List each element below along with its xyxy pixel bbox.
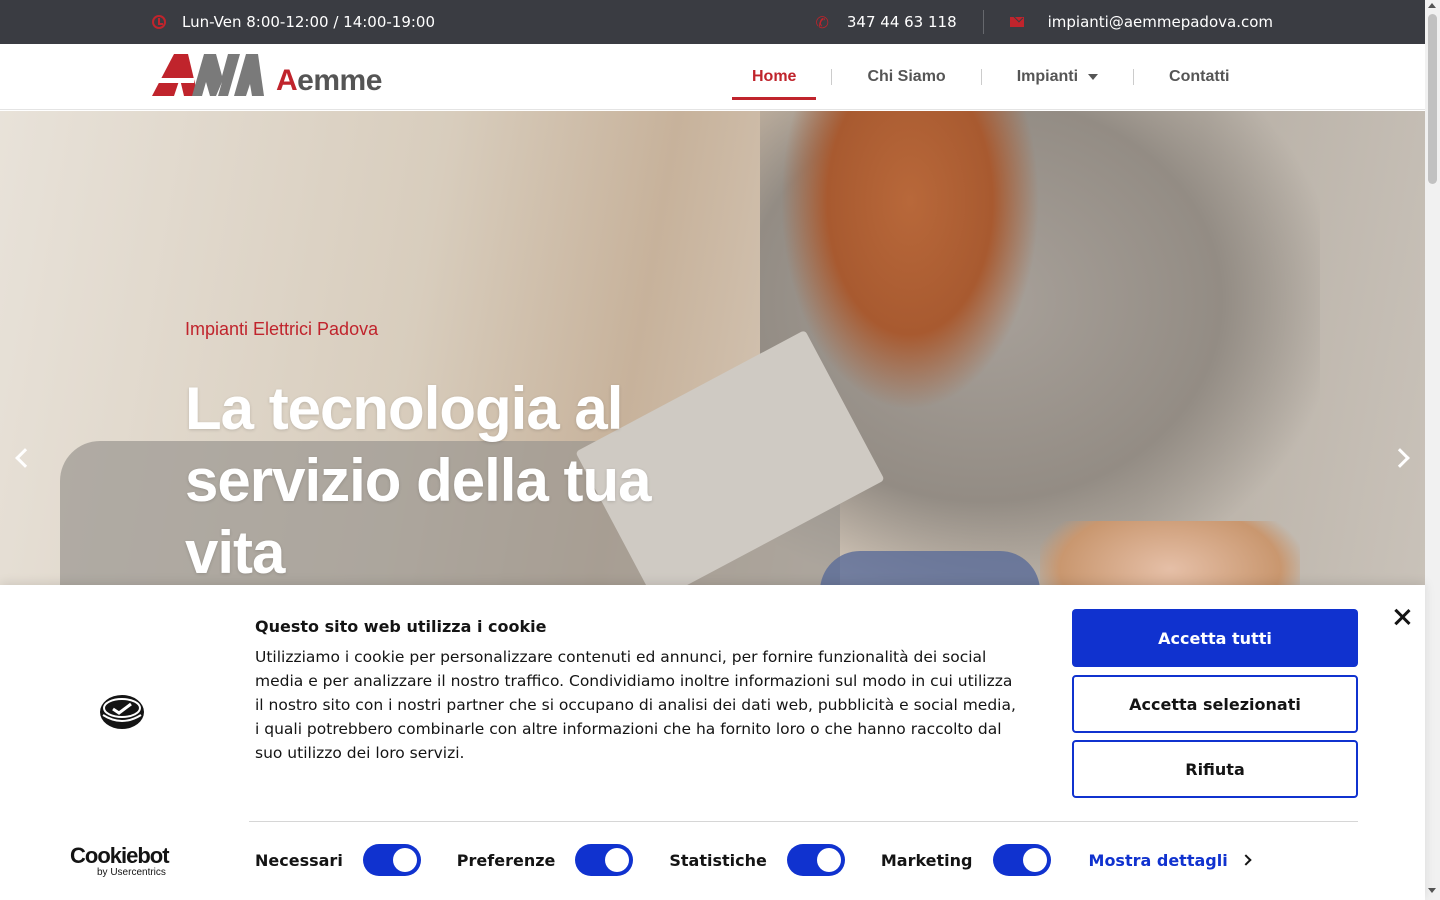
cookiebot-icon <box>100 695 144 729</box>
toggle-preferenze: Preferenze <box>457 844 634 876</box>
contact-info: ✆ 347 44 63 118 impianti@aemmepadova.com <box>815 0 1273 44</box>
toggle-necessari: Necessari <box>255 844 421 876</box>
cookiebot-logo: Cookiebot by Usercentrics <box>70 843 170 879</box>
hero-photo-child <box>1040 521 1300 585</box>
nav-item-home[interactable]: Home <box>732 44 817 110</box>
email-link[interactable]: impianti@aemmepadova.com <box>1048 13 1273 31</box>
cookie-heading: Questo sito web utilizza i cookie <box>255 617 547 636</box>
divider <box>982 10 984 34</box>
opening-hours-text: Lun-Ven 8:00-12:00 / 14:00-19:00 <box>182 13 436 31</box>
site-logo[interactable]: Aemme <box>152 54 404 98</box>
hero-subtitle: Impianti Elettrici Padova <box>185 319 379 339</box>
show-details-link[interactable]: Mostra dettagli <box>1089 851 1252 870</box>
scroll-down-icon[interactable] <box>1428 888 1436 893</box>
close-icon[interactable] <box>1392 607 1412 627</box>
main-nav: Home Chi Siamo Impianti Contatti <box>732 44 1249 110</box>
clock-icon <box>152 15 166 29</box>
statistiche-switch[interactable] <box>786 844 845 876</box>
logo-wordmark: Aemme <box>276 64 382 97</box>
opening-hours: Lun-Ven 8:00-12:00 / 14:00-19:00 <box>152 0 435 44</box>
cookie-consent-toggles: Necessari Preferenze Statistiche Marketi… <box>255 844 1252 876</box>
cookie-description: Utilizziamo i cookie per personalizzare … <box>255 648 1016 762</box>
nav-divider <box>831 69 833 85</box>
hero-title: La tecnologia al servizio della tua vita <box>185 375 652 585</box>
page-scrollbar[interactable] <box>1425 0 1440 900</box>
necessari-switch[interactable] <box>362 844 421 876</box>
hero-photo-child-shirt <box>820 551 1040 585</box>
hero-slider: Impianti Elettrici Padova La tecnologia … <box>0 111 1425 585</box>
nav-divider <box>1133 69 1135 85</box>
cookie-banner: Cookiebot by Usercentrics Questo sito we… <box>0 585 1425 900</box>
nav-divider <box>980 69 982 85</box>
accept-all-button[interactable]: Accetta tutti <box>1072 609 1358 667</box>
toggle-marketing: Marketing <box>881 844 1051 876</box>
chevron-right-icon <box>1240 854 1252 866</box>
phone-icon: ✆ <box>815 12 829 32</box>
scrollbar-thumb[interactable] <box>1428 14 1437 184</box>
scroll-up-icon[interactable] <box>1428 3 1436 8</box>
toggle-statistiche: Statistiche <box>669 844 845 876</box>
site-header: Aemme Home Chi Siamo Impianti Contatti <box>0 44 1425 110</box>
top-bar: Lun-Ven 8:00-12:00 / 14:00-19:00 ✆ 347 4… <box>0 0 1425 44</box>
divider <box>249 821 1358 822</box>
marketing-switch[interactable] <box>992 844 1051 876</box>
nav-item-contatti[interactable]: Contatti <box>1149 44 1249 110</box>
slider-prev-arrow-icon[interactable] <box>15 448 35 468</box>
phone-link[interactable]: 347 44 63 118 <box>847 13 957 31</box>
caret-down-icon <box>1088 74 1099 80</box>
nav-item-chi-siamo[interactable]: Chi Siamo <box>847 44 965 110</box>
accept-selected-button[interactable]: Accetta selezionati <box>1072 675 1358 733</box>
slider-next-arrow-icon[interactable] <box>1390 448 1410 468</box>
logo-mark <box>152 54 264 96</box>
nav-item-impianti[interactable]: Impianti <box>997 44 1118 110</box>
envelope-icon <box>1009 17 1024 27</box>
preferenze-switch[interactable] <box>575 844 634 876</box>
reject-button[interactable]: Rifiuta <box>1072 740 1358 798</box>
